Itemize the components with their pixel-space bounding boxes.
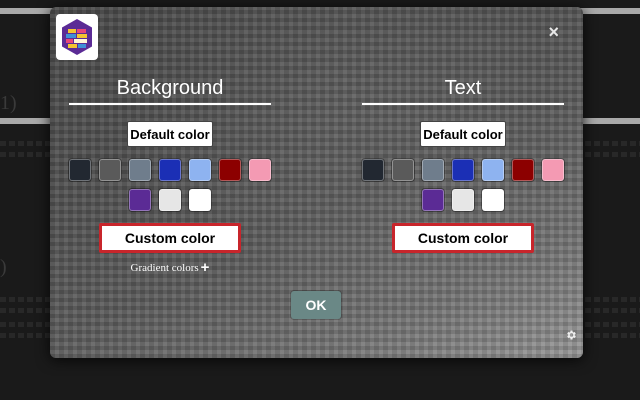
plus-icon: + xyxy=(200,259,210,276)
text-swatches xyxy=(358,155,568,215)
text-color-swatch[interactable] xyxy=(422,159,444,181)
background-color-swatch[interactable] xyxy=(99,159,121,181)
text-custom-color-button[interactable]: Custom color xyxy=(392,223,534,253)
background-color-swatch[interactable] xyxy=(219,159,241,181)
gradient-colors-link[interactable]: Gradient colors + xyxy=(69,259,271,276)
background-custom-color-button[interactable]: Custom color xyxy=(99,223,241,253)
close-icon[interactable]: × xyxy=(548,23,559,41)
text-color-swatch[interactable] xyxy=(452,189,474,211)
background-swatches xyxy=(65,155,275,215)
text-color-swatch[interactable] xyxy=(362,159,384,181)
page-heading: 1) xyxy=(0,92,17,114)
background-title: Background xyxy=(69,75,271,105)
text-title: Text xyxy=(362,75,564,105)
background-default-color-button[interactable]: Default color xyxy=(127,121,213,147)
brick-hexagon-logo xyxy=(56,14,98,60)
background-color-swatch[interactable] xyxy=(129,189,151,211)
logo-icon xyxy=(62,19,92,55)
text-color-swatch[interactable] xyxy=(482,189,504,211)
text-color-swatch[interactable] xyxy=(452,159,474,181)
text-color-swatch[interactable] xyxy=(512,159,534,181)
background-color-swatch[interactable] xyxy=(249,159,271,181)
background-panel: Background Default color Custom color Gr… xyxy=(69,75,271,276)
background-color-swatch[interactable] xyxy=(69,159,91,181)
page-heading: ) xyxy=(0,256,7,278)
gradient-colors-label: Gradient colors xyxy=(130,262,199,274)
gear-icon[interactable] xyxy=(565,328,577,346)
background-color-swatch[interactable] xyxy=(159,189,181,211)
text-color-swatch[interactable] xyxy=(392,159,414,181)
color-picker-dialog: × Background Default color Custom color … xyxy=(50,7,583,358)
text-color-swatch[interactable] xyxy=(482,159,504,181)
background-color-swatch[interactable] xyxy=(159,159,181,181)
background-color-swatch[interactable] xyxy=(189,189,211,211)
ok-button[interactable]: OK xyxy=(291,291,341,319)
background-color-swatch[interactable] xyxy=(189,159,211,181)
text-color-swatch[interactable] xyxy=(422,189,444,211)
text-panel: Text Default color Custom color xyxy=(362,75,564,253)
text-default-color-button[interactable]: Default color xyxy=(420,121,506,147)
background-color-swatch[interactable] xyxy=(129,159,151,181)
text-color-swatch[interactable] xyxy=(542,159,564,181)
